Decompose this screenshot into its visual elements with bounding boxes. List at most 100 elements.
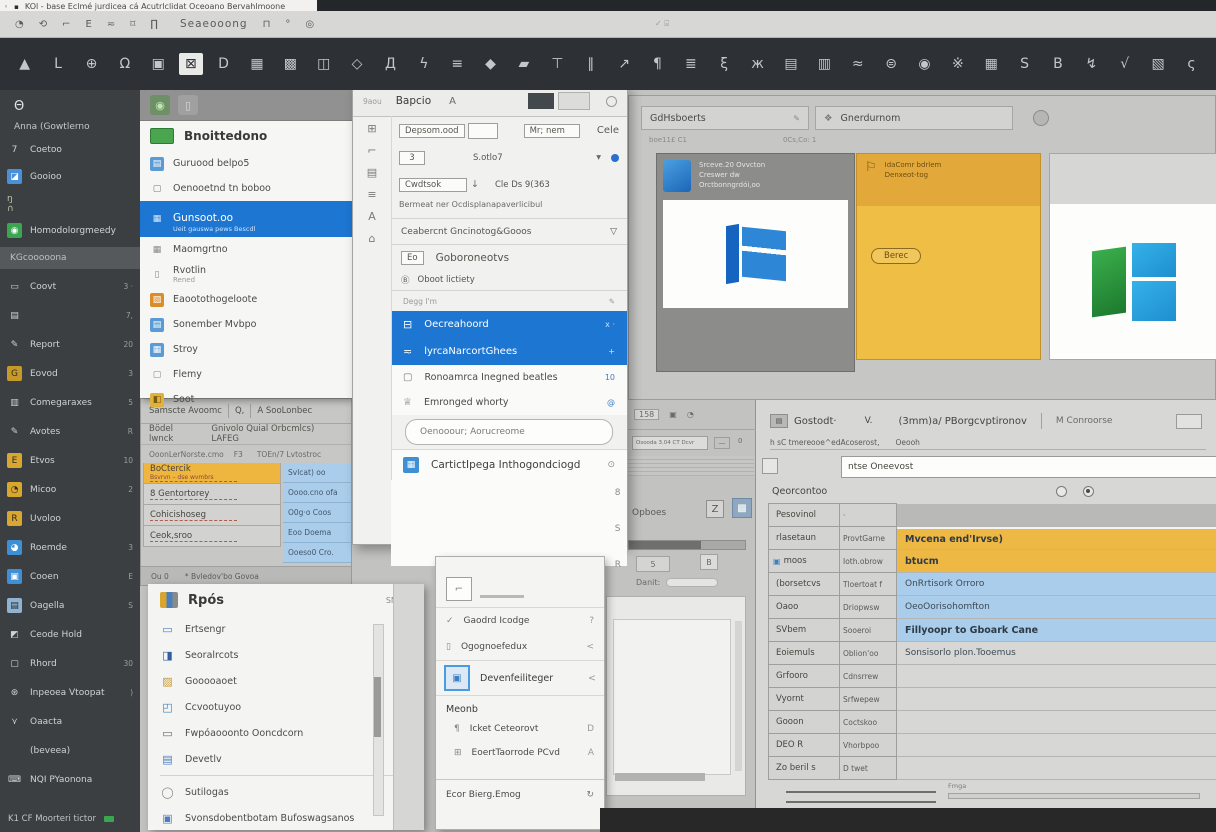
- app-list-item[interactable]: ◰ Ccvootuyoo: [148, 694, 384, 720]
- search-icon[interactable]: ⊙: [607, 460, 615, 470]
- product-card-2[interactable]: ⚐ IdaComr bdrlem Denxeot-tog Berec: [856, 153, 1041, 360]
- toolbar-icon[interactable]: S: [1008, 56, 1041, 72]
- row-label-cell[interactable]: DEO R: [768, 733, 840, 757]
- app-list-item[interactable]: ▤ Devetlv: [148, 746, 384, 772]
- row-label-cell[interactable]: Grfooro: [768, 664, 840, 688]
- app-list-item[interactable]: ▨ Gooooaoet: [148, 668, 384, 694]
- section-row-2[interactable]: Eo Goboroneotvs: [391, 244, 627, 270]
- row-label-cell[interactable]: Eoiemuls: [768, 641, 840, 665]
- search-input[interactable]: [841, 456, 1216, 478]
- menu-item-selected[interactable]: ▦ Gunsoot.oo Ueit gauswa pews Bescdl: [140, 201, 352, 237]
- sidebar-item[interactable]: ▤ Oagella S: [0, 591, 140, 620]
- row-value-cell[interactable]: [897, 711, 1216, 734]
- arrow-down-icon[interactable]: ↓: [471, 179, 479, 190]
- menu-icon[interactable]: ≂: [107, 19, 115, 30]
- row-field-cell[interactable]: Driopwsw: [840, 595, 897, 619]
- toolbar-icon[interactable]: Β: [1041, 56, 1074, 72]
- row-value-cell[interactable]: [897, 665, 1216, 688]
- menu-item[interactable]: ◧ Soot: [140, 387, 352, 412]
- check-box[interactable]: [762, 458, 778, 474]
- sidebar-item[interactable]: (beveea): [0, 736, 140, 765]
- toolbar-icon[interactable]: ж: [741, 56, 774, 72]
- row-value-cell[interactable]: [897, 734, 1216, 757]
- sidebar-item[interactable]: ⊛ Inpeoea Vtoopat ): [0, 678, 140, 707]
- sidebar-item[interactable]: ◉ Homodolorgmeedy: [0, 217, 140, 244]
- app-list-item[interactable]: ▣ Svonsdobentbotam Bufoswagsanos: [148, 805, 384, 831]
- menu-item[interactable]: ▦ Stroy: [140, 337, 352, 362]
- row-value-cell[interactable]: [897, 757, 1216, 780]
- rail-icon[interactable]: ⌐: [367, 144, 376, 157]
- rail-icon[interactable]: ≡: [367, 188, 376, 201]
- row-value-cell[interactable]: [897, 504, 1216, 527]
- menu-item[interactable]: ▢ Oenooetnd tn boboo: [140, 176, 352, 201]
- preview-scrollbar[interactable]: [735, 621, 742, 771]
- toolbar-icon[interactable]: ⊜: [874, 56, 907, 72]
- nav-item[interactable]: ¶ Icket Ceteorovt D: [436, 717, 604, 741]
- stepper-box[interactable]: 3: [399, 151, 425, 165]
- header-field-1[interactable]: GdHsboerts ✎: [641, 106, 809, 130]
- sidebar-item[interactable]: ✎ Report 20: [0, 330, 140, 359]
- row-field-cell[interactable]: Srfwepew: [840, 687, 897, 711]
- row-field-cell[interactable]: ·: [840, 503, 897, 527]
- record-value-cell[interactable]: Svlcat) oo: [283, 463, 351, 483]
- record-value-cell[interactable]: Ooeso0 Cro.: [283, 543, 351, 563]
- section-row[interactable]: Ceabercnt Gncinotog&Gooos ▽: [391, 218, 627, 244]
- radio-button[interactable]: [1056, 486, 1067, 497]
- menu-icon[interactable]: E: [86, 19, 92, 30]
- sidebar-item[interactable]: R Uvoloo: [0, 504, 140, 533]
- sidebar-item[interactable]: ▥ Comegaraxes 5: [0, 388, 140, 417]
- row-label-cell[interactable]: Gooon: [768, 710, 840, 734]
- sidebar-item[interactable]: ◕ Roemde 3: [0, 533, 140, 562]
- toolbar-icon[interactable]: ◆: [474, 56, 507, 72]
- toolbar-icon[interactable]: Ω: [108, 56, 141, 72]
- sidebar-search-bar[interactable]: KGcooooona: [0, 247, 140, 269]
- nav-item[interactable]: ⊞ EoertTaorrode PCvd A: [436, 741, 604, 765]
- row-label-cell[interactable]: Vyornt: [768, 687, 840, 711]
- menu-icon[interactable]: ⌑: [130, 19, 135, 30]
- toolbar-icon[interactable]: ◉: [908, 56, 941, 72]
- app-list-item[interactable]: ▭ Ertsengr: [148, 616, 384, 642]
- record-row[interactable]: BoCtercik Bsvrvn – dse wvmbrs: [143, 463, 281, 484]
- sidebar-item[interactable]: E Etvos 10: [0, 446, 140, 475]
- menu-icon[interactable]: ⌐: [62, 19, 70, 30]
- rail-icon[interactable]: A: [368, 210, 376, 223]
- sidebar-item[interactable]: ◩ Ceode Hold: [0, 620, 140, 649]
- row-value-cell[interactable]: OeoOorisohomfton: [897, 596, 1216, 619]
- toolbar-icon[interactable]: ⊕: [75, 56, 108, 72]
- record-value-cell[interactable]: O0g·o Coos: [283, 503, 351, 523]
- row-value-cell[interactable]: OnRrtisork Orroro: [897, 573, 1216, 596]
- toolbar-icon[interactable]: Д: [374, 56, 407, 72]
- row-value-cell[interactable]: [897, 688, 1216, 711]
- sidebar-item[interactable]: ⋎ Oaacta: [0, 707, 140, 736]
- toolbar-icon[interactable]: ▧: [1141, 56, 1174, 72]
- toolbar-icon[interactable]: ▥: [808, 56, 841, 72]
- row-label-cell[interactable]: Oaoo: [768, 595, 840, 619]
- menu-right-icon[interactable]: ⊓: [263, 19, 271, 30]
- value-box[interactable]: Mr; nem: [524, 124, 580, 138]
- box-icon[interactable]: ▯: [178, 95, 198, 115]
- sidebar-item[interactable]: ▣ Cooen E: [0, 562, 140, 591]
- dark-button[interactable]: [528, 93, 554, 109]
- nav-item[interactable]: ✓ Gaodrd Icodge ?: [436, 608, 604, 634]
- toolbar-icon[interactable]: ≣: [674, 56, 707, 72]
- dropdown-item-selected[interactable]: ≂ lyrcaNarcortGhees +: [391, 338, 627, 365]
- sidebar-item[interactable]: ▤ 7,: [0, 301, 140, 330]
- row-label-cell[interactable]: rlasetaun: [768, 526, 840, 550]
- menu-right-icon[interactable]: °: [285, 19, 290, 30]
- row-value-cell[interactable]: Sonsisorlo plon.Tooemus: [897, 642, 1216, 665]
- mini-tab[interactable]: 5: [636, 556, 670, 572]
- sidebar-item[interactable]: ŋ ∩: [0, 190, 140, 217]
- light-button[interactable]: [558, 92, 590, 110]
- row-value-cell[interactable]: Fillyoopr to Gboark Cane: [897, 619, 1216, 642]
- toolbar-icon[interactable]: ⊤: [541, 56, 574, 72]
- toolbar-icon[interactable]: ◇: [340, 56, 373, 72]
- sidebar-footer[interactable]: K1 CF Moorteri tictor: [8, 814, 114, 824]
- rail-icon[interactable]: ⌂: [369, 232, 376, 245]
- record-row[interactable]: Cohicishoseg: [143, 505, 281, 526]
- product-card-1[interactable]: Srceve.20 Ovvcton Creswer dw Orctbonngrd…: [656, 153, 855, 372]
- tool-tile-icon[interactable]: ▩: [732, 498, 752, 518]
- berec-button[interactable]: Berec: [871, 248, 921, 264]
- toolbar-icon[interactable]: L: [41, 56, 74, 72]
- sidebar-item[interactable]: ✎ Avotes R: [0, 417, 140, 446]
- menu-right-icon[interactable]: ◎: [305, 19, 314, 30]
